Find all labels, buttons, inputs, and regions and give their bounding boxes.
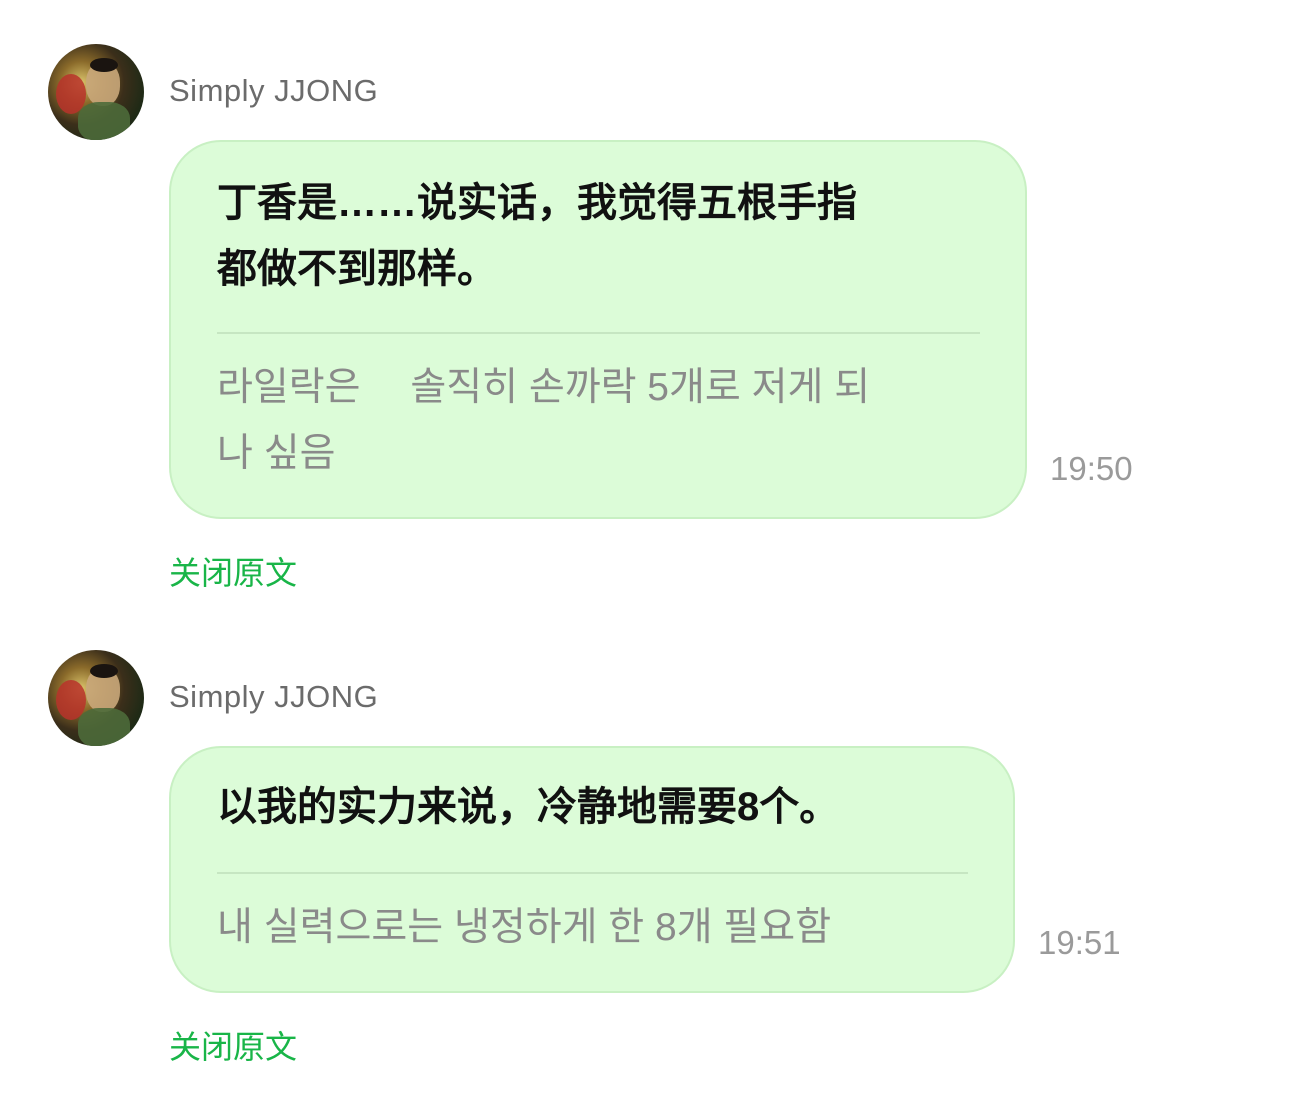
translation-divider xyxy=(217,872,968,874)
message-timestamp: 19:51 xyxy=(1038,924,1121,961)
avatar[interactable] xyxy=(48,44,144,140)
avatar[interactable] xyxy=(48,650,144,746)
sender-name: Simply JJONG xyxy=(169,73,379,108)
message-timestamp: 19:50 xyxy=(1050,450,1133,487)
original-text-line: 以我的实力来说，冷静地需要8个。 xyxy=(217,785,840,829)
close-original-link[interactable]: 关闭原文 xyxy=(169,1022,297,1068)
original-text-line: 都做不到那样。 xyxy=(217,247,497,291)
original-text-line: 丁香是……说实话，我觉得五根手指 xyxy=(217,181,857,225)
translation-divider xyxy=(217,332,980,334)
translation-text-line: 라일락은 솔직히 손까락 5개로 저게 되 xyxy=(217,366,871,409)
translation-text-line: 나 싶음 xyxy=(217,432,336,475)
message-bubble[interactable]: 丁香是……说实话，我觉得五根手指 都做不到那样。 라일락은 솔직히 손까락 5개… xyxy=(169,140,1027,519)
sender-name: Simply JJONG xyxy=(169,679,379,714)
translation-text-line: 내 실력으로는 냉정하게 한 8개 필요함 xyxy=(217,906,832,949)
close-original-link[interactable]: 关闭原文 xyxy=(169,548,297,594)
message-bubble[interactable]: 以我的实力来说，冷静地需要8个。 내 실력으로는 냉정하게 한 8개 필요함 xyxy=(169,746,1015,993)
